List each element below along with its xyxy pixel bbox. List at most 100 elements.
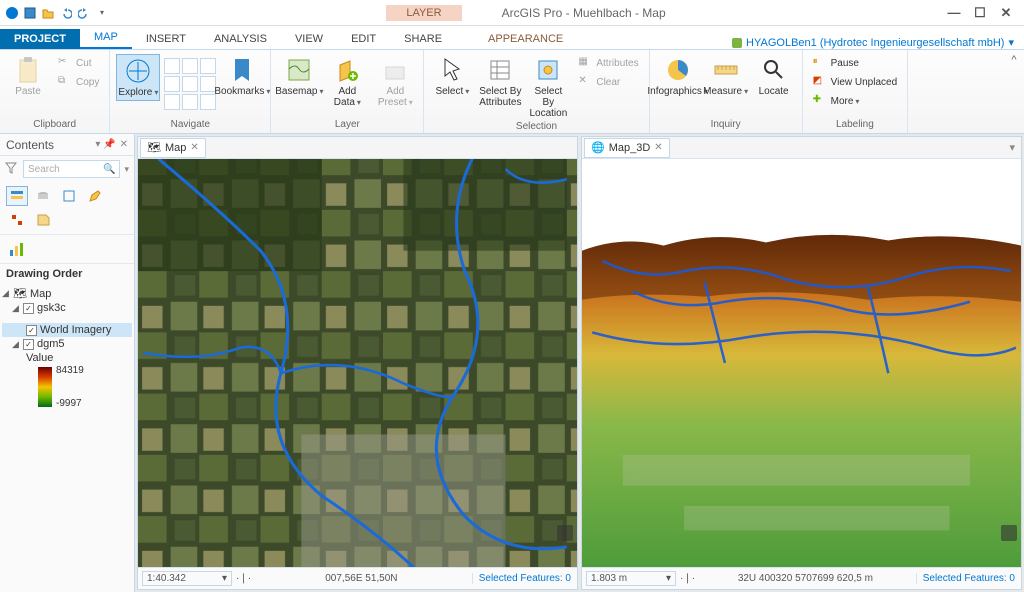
explore-button[interactable]: Explore	[116, 54, 160, 101]
select-by-location-button[interactable]: Select By Location	[526, 54, 570, 121]
pause-button[interactable]: ⏸Pause	[809, 54, 902, 72]
autohide-icon[interactable]: ▾ 📌	[95, 139, 115, 150]
snapshot-icon[interactable]	[1001, 525, 1017, 541]
checkbox-gsk3c[interactable]: ✓	[23, 303, 34, 314]
add-data-button[interactable]: Add Data	[325, 54, 369, 110]
filter-icon[interactable]	[5, 162, 19, 176]
toc-tab-chart[interactable]	[6, 239, 28, 259]
map-canvas-3d[interactable]	[582, 159, 1021, 567]
search-options-icon[interactable]: ▾	[124, 164, 129, 175]
close-tab-icon[interactable]: ✕	[654, 142, 662, 153]
status-bar-3d: 1.803 m▾ ·❘· 32U 400320 5707699 620,5 m …	[582, 567, 1021, 589]
tab-analysis[interactable]: ANALYSIS	[200, 29, 281, 49]
tab-map-3d[interactable]: 🌐Map_3D✕	[584, 138, 670, 158]
view-menu-icon[interactable]: ▾	[1003, 141, 1021, 154]
app-icon[interactable]	[4, 5, 20, 21]
save-icon[interactable]	[22, 5, 38, 21]
value-label: Value	[2, 351, 132, 365]
selected-features-2d[interactable]: Selected Features: 0	[472, 573, 577, 584]
toc-tab-drawing-order[interactable]	[6, 186, 28, 206]
more-icon: ✚	[813, 94, 827, 108]
locate-button[interactable]: Locate	[752, 54, 796, 99]
snapshot-icon[interactable]	[557, 525, 573, 541]
checkbox-dgm5[interactable]: ✓	[23, 339, 34, 350]
group-layer: Basemap Add Data Add Preset Layer	[271, 50, 424, 133]
map-canvas-2d[interactable]	[138, 159, 577, 567]
open-icon[interactable]	[40, 5, 56, 21]
tab-appearance[interactable]: APPEARANCE	[474, 29, 577, 49]
redo-icon[interactable]	[76, 5, 92, 21]
close-button[interactable]: ✕	[994, 4, 1018, 22]
bookmarks-button[interactable]: Bookmarks	[220, 54, 264, 99]
undo-icon[interactable]	[58, 5, 74, 21]
select-by-attributes-button[interactable]: Select By Attributes	[478, 54, 522, 110]
scale-tools-icon[interactable]: ·❘·	[236, 573, 251, 584]
clear-icon: ✕	[578, 75, 592, 89]
ribbon-tabs: PROJECT MAP INSERT ANALYSIS VIEW EDIT SH…	[0, 26, 1024, 50]
view-unplaced-button[interactable]: ◩View Unplaced	[809, 73, 902, 91]
view-map-2d: 🗺Map✕	[137, 136, 578, 590]
toc-tab-source[interactable]	[32, 186, 54, 206]
tree-map-root[interactable]: ◢🗺Map	[2, 286, 132, 301]
tab-insert[interactable]: INSERT	[132, 29, 200, 49]
tree-layer-world-imagery[interactable]: ✓World Imagery	[2, 323, 132, 337]
tab-map-2d[interactable]: 🗺Map✕	[140, 138, 206, 158]
measure-button[interactable]: Measure	[704, 54, 748, 99]
close-tab-icon[interactable]: ✕	[190, 142, 198, 153]
toc-tab-labeling[interactable]	[32, 210, 54, 230]
group-selection: Select Select By Attributes Select By Lo…	[424, 50, 649, 133]
toc-tab-snapping[interactable]	[6, 210, 28, 230]
select-by-attr-icon	[486, 56, 514, 84]
qat-dropdown-icon[interactable]: ▾	[94, 5, 110, 21]
add-preset-icon	[381, 56, 409, 84]
coords-2d: 007,56E 51,50N	[251, 573, 472, 584]
app-title: ArcGIS Pro - Muehlbach - Map	[502, 6, 666, 20]
select-button[interactable]: Select	[430, 54, 474, 99]
tab-view[interactable]: VIEW	[281, 29, 337, 49]
tab-project[interactable]: PROJECT	[0, 29, 80, 49]
globe-icon: 🌐	[591, 141, 605, 154]
basemap-button[interactable]: Basemap	[277, 54, 321, 99]
attributes-icon: ▦	[578, 56, 592, 70]
tree-layer-dgm5[interactable]: ◢✓dgm5	[2, 337, 132, 351]
legend-min: -9997	[56, 398, 82, 409]
scale-tools-icon[interactable]: ·❘·	[680, 573, 695, 584]
checkbox-world-imagery[interactable]: ✓	[26, 325, 37, 336]
selected-features-3d[interactable]: Selected Features: 0	[916, 573, 1021, 584]
maximize-button[interactable]: ☐	[968, 4, 992, 22]
window-controls: — ☐ ✕	[942, 4, 1024, 22]
toc-tab-edit[interactable]	[84, 186, 106, 206]
tab-share[interactable]: SHARE	[390, 29, 456, 49]
nav-grid[interactable]	[164, 58, 216, 110]
contents-panel: Contents ▾ 📌 ✕ Search🔍 ▾ Drawing Order ◢…	[0, 134, 135, 592]
scale-input-2d[interactable]: 1:40.342▾	[142, 571, 232, 586]
unplaced-icon: ◩	[813, 75, 827, 89]
infographics-button[interactable]: Infographics	[656, 54, 700, 99]
toc-tab-selection[interactable]	[58, 186, 80, 206]
group-clipboard: Paste ✂Cut ⧉Copy Clipboard	[0, 50, 110, 133]
coords-3d: 32U 400320 5707699 620,5 m	[695, 573, 916, 584]
group-navigate: Explore Bookmarks Navigate	[110, 50, 271, 133]
user-name: HYAGOLBen1 (Hydrotec Ingenieurgesellscha…	[746, 37, 1004, 49]
add-preset-button: Add Preset	[373, 54, 417, 110]
more-button[interactable]: ✚More	[809, 92, 902, 110]
cut-icon: ✂	[58, 56, 72, 70]
tab-map[interactable]: MAP	[80, 27, 132, 49]
map-icon: 🗺	[13, 287, 27, 300]
tab-edit[interactable]: EDIT	[337, 29, 390, 49]
status-bar-2d: 1:40.342▾ ·❘· 007,56E 51,50N Selected Fe…	[138, 567, 577, 589]
minimize-button[interactable]: —	[942, 4, 966, 22]
infographics-icon	[664, 56, 692, 84]
map-icon: 🗺	[147, 141, 161, 154]
scale-input-3d[interactable]: 1.803 m▾	[586, 571, 676, 586]
search-input[interactable]: Search🔍	[23, 160, 120, 178]
pause-icon: ⏸	[813, 56, 827, 70]
select-by-loc-icon	[534, 56, 562, 84]
toc-tabs	[0, 182, 134, 235]
legend-max: 84319	[56, 365, 84, 376]
user-label[interactable]: HYAGOLBen1 (Hydrotec Ingenieurgesellscha…	[732, 36, 1014, 49]
tree-layer-gsk3c[interactable]: ◢✓gsk3c	[2, 301, 132, 315]
context-tab-group: LAYER	[386, 5, 461, 21]
ribbon-minimize[interactable]: ^	[1004, 50, 1024, 133]
panel-close-icon[interactable]: ✕	[120, 139, 128, 150]
